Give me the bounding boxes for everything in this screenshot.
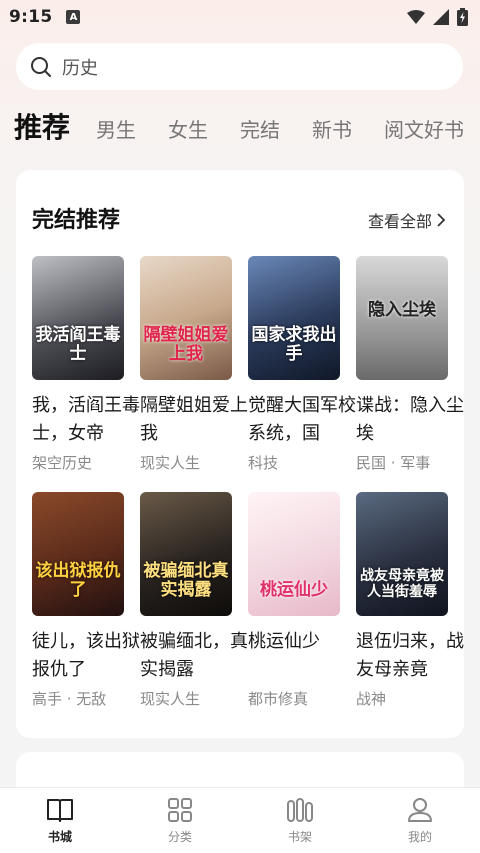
book-tag: 战神 [356, 690, 387, 708]
see-all-label: 查看全部 [367, 212, 432, 231]
book-cover: 我活阎王毒士 [32, 256, 124, 380]
book-cover: 国家求我出手 [248, 256, 340, 380]
bottom-nav: 书城 分类 书架 我的 [0, 787, 480, 853]
signal-icon [433, 9, 449, 25]
book-cover: 战友母亲竟被人当街羞辱 [356, 492, 448, 616]
cover-title: 国家求我出手 [251, 325, 337, 364]
chevron-right-icon [437, 213, 446, 227]
cover-title: 隐入尘埃 [368, 300, 436, 320]
status-time: 9:15 [9, 7, 53, 27]
cover-title: 桃运仙少 [260, 580, 328, 600]
book-item[interactable]: 隔壁姐姐爱上我 隔壁姐姐爱上我 现实人生 [140, 256, 248, 473]
book-item[interactable]: 该出狱报仇了 徒儿，该出狱报仇了 高手 · 无敌 [32, 492, 140, 709]
battery-icon [457, 8, 468, 26]
book-item[interactable]: 桃运仙少 桃运仙少 都市修真 [248, 492, 356, 709]
notification-badge-icon: A [66, 10, 81, 24]
nav-category[interactable]: 分类 [120, 788, 240, 853]
search-icon [31, 56, 51, 77]
cover-title: 该出狱报仇了 [35, 561, 121, 600]
cover-title: 隔壁姐姐爱上我 [143, 325, 229, 364]
tab-yuewen-good[interactable]: 阅文好书 [384, 114, 464, 143]
book-tag: 民国 · 军事 [356, 454, 431, 472]
book-item[interactable]: 国家求我出手 觉醒大国军校系统，国 科技 [248, 256, 356, 473]
nav-bookshelf[interactable]: 书架 [240, 788, 360, 853]
tab-female[interactable]: 女生 [168, 114, 208, 143]
book-item[interactable]: 隐入尘埃 谍战：隐入尘埃 民国 · 军事 [356, 256, 464, 473]
book-cover: 该出狱报仇了 [32, 492, 124, 616]
grid-icon [168, 797, 192, 822]
nav-label: 我的 [407, 829, 432, 844]
book-tag: 架空历史 [32, 454, 93, 472]
completed-recommend-card: 完结推荐 查看全部 我活阎王毒士 我，活阎王毒士，女帝 架空历史 隔壁姐姐爱上我… [16, 170, 464, 738]
see-all-link[interactable]: 查看全部 [368, 208, 446, 232]
book-title: 退伍归来，战友母亲竟 [356, 631, 464, 680]
book-title: 谍战：隐入尘埃 [356, 395, 464, 444]
nav-profile[interactable]: 我的 [360, 788, 480, 853]
status-bar: 9:15 A [0, 0, 480, 34]
search-bar[interactable]: 历史 [16, 43, 463, 90]
book-cover: 隔壁姐姐爱上我 [140, 256, 232, 380]
nav-label: 分类 [167, 829, 192, 844]
nav-label: 书城 [47, 829, 72, 844]
book-title: 我，活阎王毒士，女帝 [32, 395, 140, 444]
tab-new[interactable]: 新书 [312, 114, 352, 143]
tab-recommend[interactable]: 推荐 [14, 106, 70, 146]
nav-label: 书架 [287, 829, 312, 844]
wifi-icon [407, 10, 425, 24]
book-cover: 隐入尘埃 [356, 256, 448, 380]
book-item[interactable]: 我活阎王毒士 我，活阎王毒士，女帝 架空历史 [32, 256, 140, 473]
tab-male[interactable]: 男生 [96, 114, 136, 143]
category-tabs: 推荐 男生 女生 完结 新书 阅文好书 [14, 106, 480, 154]
book-tag: 现实人生 [140, 454, 201, 472]
section-title: 完结推荐 [32, 208, 121, 233]
book-title: 被骗缅北，真实揭露 [140, 631, 248, 680]
book-tag: 科技 [248, 454, 279, 472]
book-item[interactable]: 战友母亲竟被人当街羞辱 退伍归来，战友母亲竟 战神 [356, 492, 464, 709]
tab-completed[interactable]: 完结 [240, 114, 280, 143]
book-title: 隔壁姐姐爱上我 [140, 395, 248, 444]
cover-title: 战友母亲竟被人当街羞辱 [360, 568, 444, 600]
book-item[interactable]: 被骗缅北真实揭露 被骗缅北，真实揭露 现实人生 [140, 492, 248, 709]
shelf-icon [287, 797, 313, 822]
book-tag: 现实人生 [140, 690, 201, 708]
book-title: 桃运仙少 [248, 631, 320, 652]
book-tag: 高手 · 无敌 [32, 690, 107, 708]
book-open-icon [47, 798, 73, 822]
book-title: 觉醒大国军校系统，国 [248, 395, 356, 444]
cover-title: 被骗缅北真实揭露 [143, 561, 229, 600]
book-tag: 都市修真 [248, 690, 309, 708]
book-cover: 被骗缅北真实揭露 [140, 492, 232, 616]
user-icon [408, 797, 432, 822]
search-placeholder: 历史 [62, 57, 98, 79]
nav-bookstore[interactable]: 书城 [0, 788, 120, 853]
book-cover: 桃运仙少 [248, 492, 340, 616]
book-title: 徒儿，该出狱报仇了 [32, 631, 140, 680]
cover-title: 我活阎王毒士 [35, 325, 121, 364]
